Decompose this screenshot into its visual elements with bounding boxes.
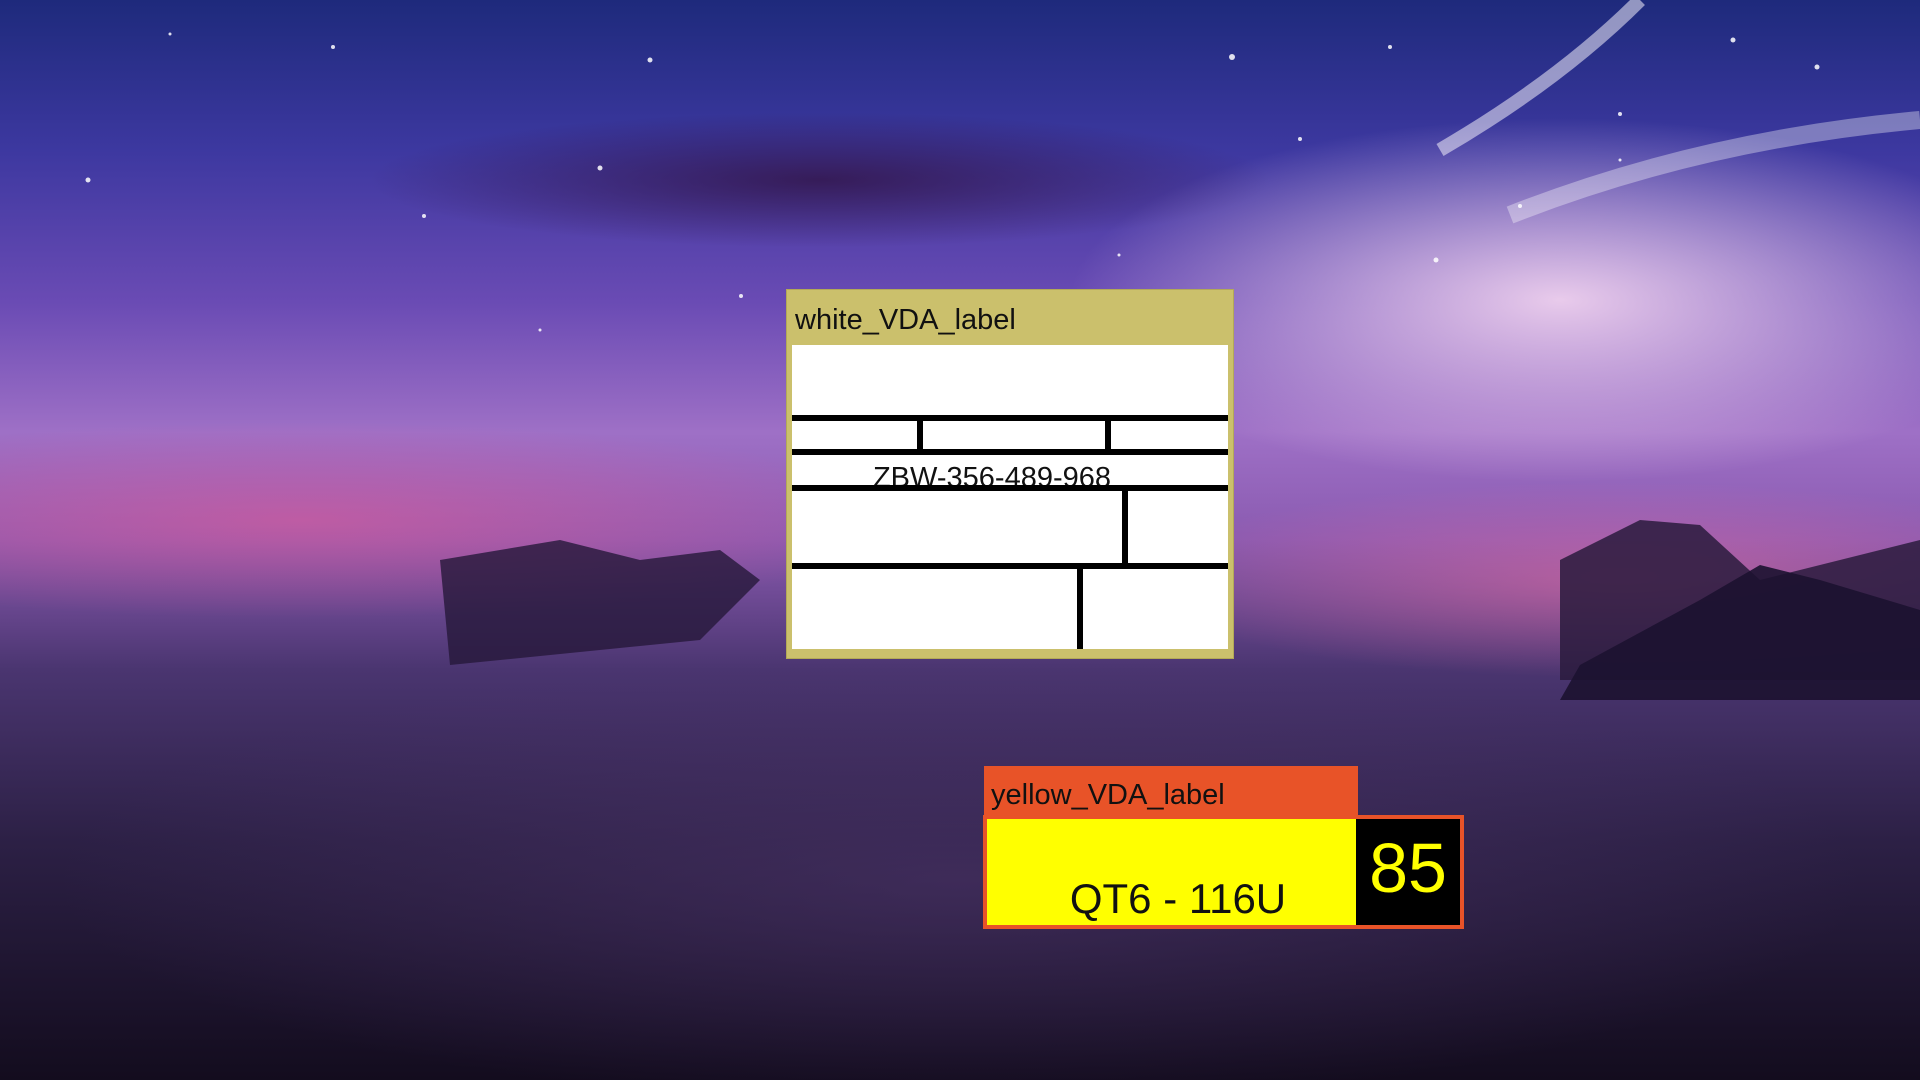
window-title: white_VDA_label bbox=[795, 304, 1016, 336]
white-vda-label-window[interactable]: white_VDA_label ZBW-356-489-968 bbox=[786, 289, 1234, 659]
divider-line bbox=[792, 415, 1228, 421]
divider-line bbox=[1122, 485, 1128, 563]
divider-line bbox=[792, 449, 1228, 455]
divider-line bbox=[1105, 415, 1111, 449]
white-vda-label: ZBW-356-489-968 bbox=[792, 345, 1228, 649]
divider-line bbox=[1077, 563, 1083, 649]
divider-line bbox=[792, 563, 1228, 569]
label-code: QT6 - 116U bbox=[1069, 875, 1287, 922]
count-box: 85 bbox=[1356, 819, 1460, 925]
divider-line bbox=[792, 485, 1228, 491]
window-title: yellow_VDA_label bbox=[991, 779, 1225, 811]
yellow-vda-label-window[interactable]: yellow_VDA_label bbox=[984, 766, 1358, 818]
divider-line bbox=[917, 415, 923, 449]
yellow-vda-label: QT6 - 116U 85 bbox=[983, 815, 1464, 929]
